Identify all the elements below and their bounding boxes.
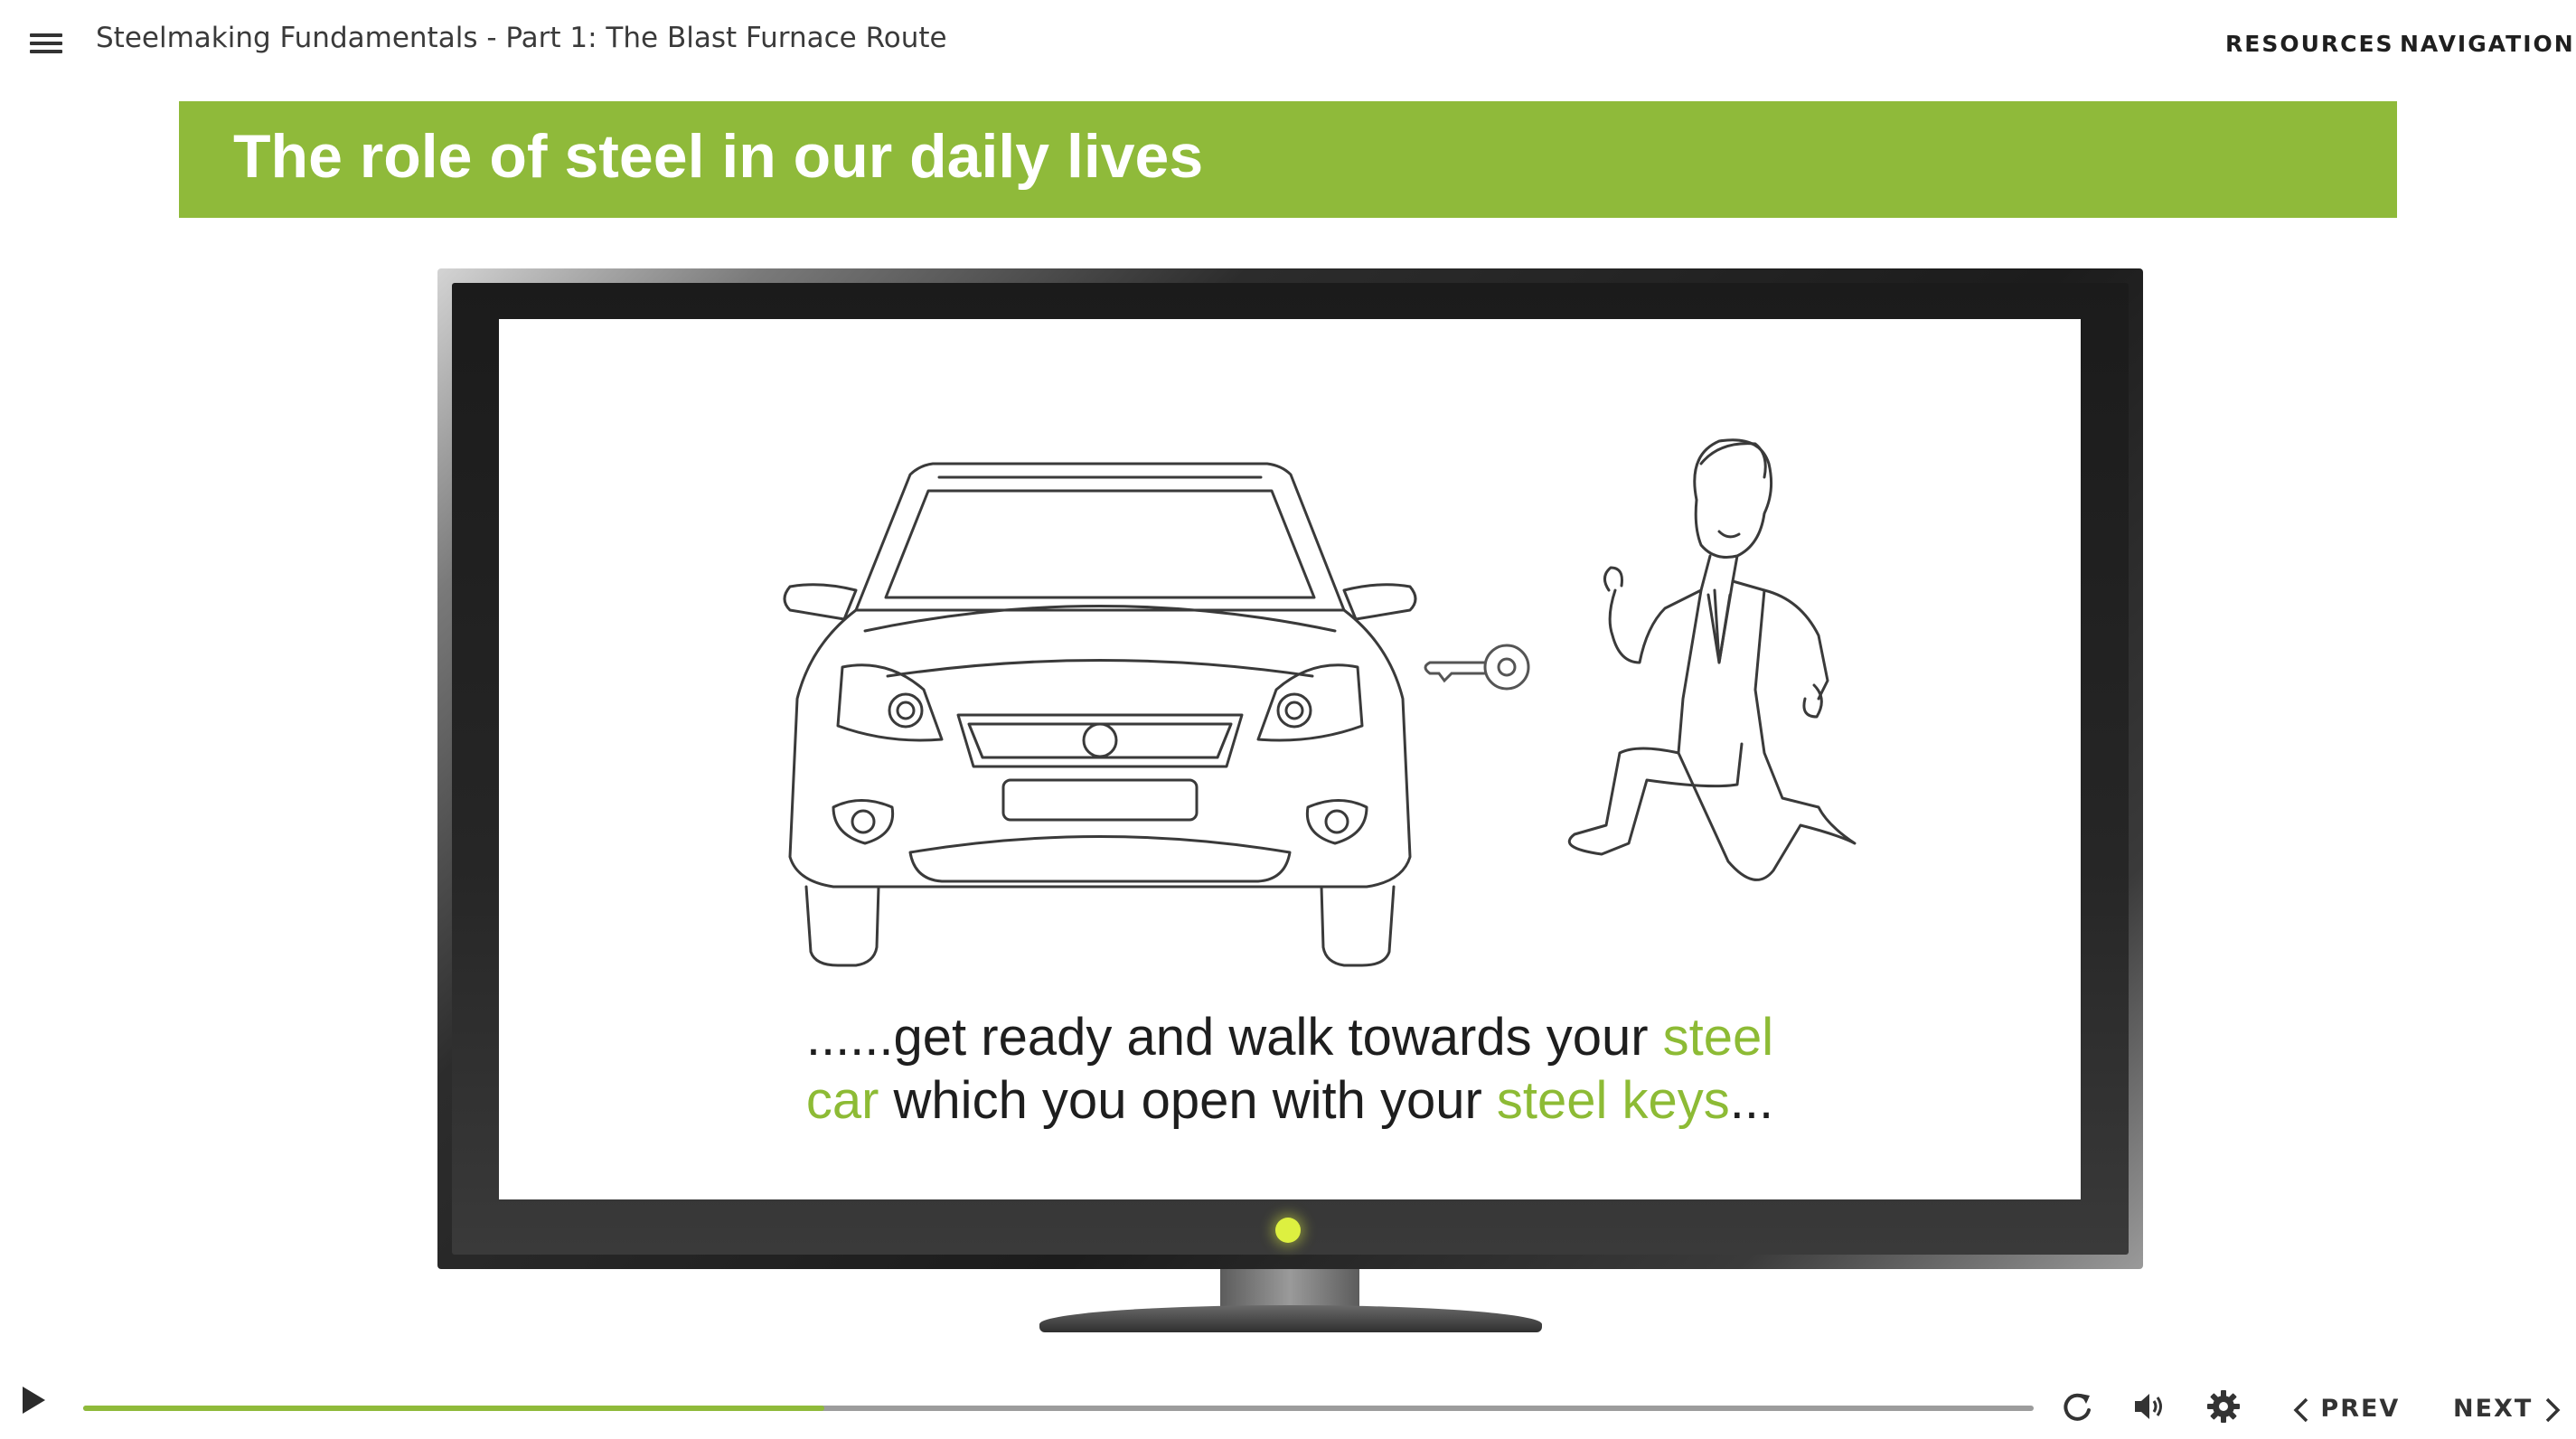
settings-gear-icon[interactable] — [2205, 1388, 2242, 1425]
progress-bar[interactable] — [83, 1406, 2034, 1411]
prev-button[interactable]: PREV — [2292, 1395, 2400, 1424]
player-controls: PREV NEXT — [0, 1365, 2576, 1439]
caption-highlight: car — [805, 1071, 879, 1130]
tv-power-led — [1275, 1218, 1301, 1243]
tv-stand-neck — [1220, 1269, 1359, 1309]
next-label: NEXT — [2453, 1395, 2534, 1423]
caption-text: which you open with your — [879, 1071, 1497, 1130]
caption-text: ... — [1729, 1071, 1774, 1130]
tv-stand-base — [1039, 1305, 1542, 1332]
progress-bar-fill — [83, 1406, 825, 1411]
course-title: Steelmaking Fundamentals - Part 1: The B… — [96, 22, 947, 54]
caption-line-1: ......get ready and walk towards your st… — [499, 1006, 2081, 1069]
play-icon[interactable] — [20, 1385, 47, 1415]
replay-icon[interactable] — [2059, 1388, 2095, 1425]
navigation-link[interactable]: NAVIGATION — [2400, 31, 2575, 57]
chevron-left-icon — [2293, 1397, 2308, 1422]
slide-screen: ......get ready and walk towards your st… — [499, 319, 2081, 1199]
caption-text: ......get ready and walk towards your — [805, 1008, 1663, 1067]
volume-icon[interactable] — [2131, 1388, 2167, 1425]
slide-title: The role of steel in our daily lives — [233, 122, 1204, 191]
key-illustration — [1424, 644, 1530, 691]
resources-link[interactable]: RESOURCES — [2225, 31, 2394, 57]
prev-label: PREV — [2320, 1395, 2401, 1423]
next-button[interactable]: NEXT — [2453, 1395, 2562, 1424]
caption-highlight: steel keys — [1496, 1071, 1730, 1130]
businessman-illustration — [1567, 438, 1857, 881]
hamburger-menu-icon[interactable] — [27, 27, 65, 60]
caption-line-2: car which you open with your steel keys.… — [499, 1069, 2081, 1133]
slide-caption: ......get ready and walk towards your st… — [499, 1006, 2081, 1133]
slide-title-banner: The role of steel in our daily lives — [179, 101, 2397, 218]
chevron-right-icon — [2545, 1397, 2561, 1422]
caption-highlight: steel — [1662, 1008, 1774, 1067]
top-bar: Steelmaking Fundamentals - Part 1: The B… — [0, 0, 2576, 87]
